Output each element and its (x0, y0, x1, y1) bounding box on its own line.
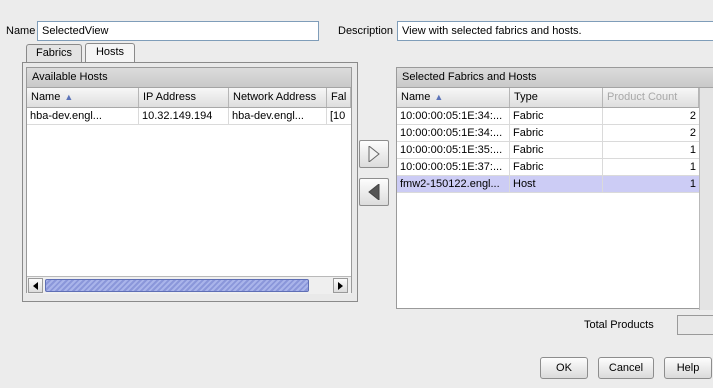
arrow-right-icon (368, 146, 380, 162)
cell-name: 10:00:00:05:1E:37:... (397, 159, 510, 175)
available-hosts-panel: Available Hosts Name ▲ IP Address Network… (26, 67, 352, 294)
description-field[interactable]: View with selected fabrics and hosts. (397, 21, 713, 41)
scroll-thumb[interactable] (45, 279, 309, 292)
scroll-left-button[interactable] (28, 278, 43, 293)
cell-product-count: 2 (689, 127, 696, 139)
name-field[interactable]: SelectedView (37, 21, 319, 41)
column-name-label: Name (401, 91, 431, 103)
cell-ip-address: 10.32.149.194 (139, 108, 229, 124)
horizontal-scrollbar[interactable] (27, 276, 351, 294)
cell-product-count: 2 (689, 110, 696, 122)
cell-fabric: [10 (330, 110, 346, 122)
cell-name: 10:00:00:05:1E:34:... (397, 108, 510, 124)
available-hosts-title: Available Hosts (27, 68, 351, 88)
cell-name: 10:00:00:05:1E:35:... (397, 142, 510, 158)
arrow-right-small-icon (338, 281, 343, 290)
total-products-label: Total Products (584, 319, 654, 331)
column-name-label: Name (31, 91, 61, 103)
column-header-network-address[interactable]: Network Address (229, 88, 327, 107)
cell-name: fmw2-150122.engl... (397, 176, 510, 192)
cell-type: Fabric (510, 159, 603, 175)
tab-fabrics[interactable]: Fabrics (26, 44, 82, 62)
table-row[interactable]: 10:00:00:05:1E:34:... Fabric 2 (397, 125, 699, 142)
add-to-selected-button[interactable] (359, 140, 389, 168)
column-header-product-count[interactable]: Product Count (603, 88, 699, 107)
cell-product-count: 1 (689, 178, 696, 190)
selected-panel-title: Selected Fabrics and Hosts (397, 68, 713, 88)
cell-type: Fabric (510, 108, 603, 124)
table-row[interactable]: 10:00:00:05:1E:35:... Fabric 1 (397, 142, 699, 159)
name-label: Name (6, 25, 36, 37)
description-label: Description (338, 25, 394, 37)
column-header-type[interactable]: Type (510, 88, 603, 107)
sort-ascending-icon: ▲ (64, 92, 74, 102)
column-header-fabric[interactable]: Fal (327, 88, 351, 107)
arrow-left-small-icon (33, 281, 38, 290)
available-hosts-header: Name ▲ IP Address Network Address Fal (27, 88, 351, 108)
table-row[interactable]: hba-dev.engl... 10.32.149.194 hba-dev.en… (27, 108, 351, 125)
cell-type: Host (510, 176, 603, 192)
cell-name: hba-dev.engl... (27, 108, 139, 124)
table-row[interactable]: 10:00:00:05:1E:37:... Fabric 1 (397, 159, 699, 176)
tab-hosts[interactable]: Hosts (85, 43, 135, 62)
cell-product-count: 1 (689, 144, 696, 156)
arrow-left-icon (368, 184, 380, 200)
cell-product-count: 1 (689, 161, 696, 173)
ok-button[interactable]: OK (540, 357, 588, 379)
column-header-ip-address[interactable]: IP Address (139, 88, 229, 107)
table-row-selected[interactable]: fmw2-150122.engl... Host 1 (397, 176, 699, 193)
selected-rows: 10:00:00:05:1E:34:... Fabric 2 10:00:00:… (397, 108, 699, 193)
remove-from-selected-button[interactable] (359, 178, 389, 206)
cell-network-address: hba-dev.engl... (229, 108, 327, 124)
table-row[interactable]: 10:00:00:05:1E:34:... Fabric 2 (397, 108, 699, 125)
scroll-right-button[interactable] (333, 278, 348, 293)
cell-type: Fabric (510, 125, 603, 141)
total-products-value: 7 (677, 315, 713, 335)
cancel-button[interactable]: Cancel (598, 357, 654, 379)
help-button[interactable]: Help (664, 357, 712, 379)
column-header-name[interactable]: Name ▲ (27, 88, 139, 107)
sort-ascending-icon: ▲ (434, 92, 444, 102)
column-header-name[interactable]: Name ▲ (397, 88, 510, 107)
selected-panel: Selected Fabrics and Hosts Name ▲ Type Pr… (396, 67, 713, 310)
cell-name: 10:00:00:05:1E:34:... (397, 125, 510, 141)
vertical-scrollbar[interactable] (699, 88, 713, 310)
cell-type: Fabric (510, 142, 603, 158)
selected-header: Name ▲ Type Product Count (397, 88, 699, 108)
